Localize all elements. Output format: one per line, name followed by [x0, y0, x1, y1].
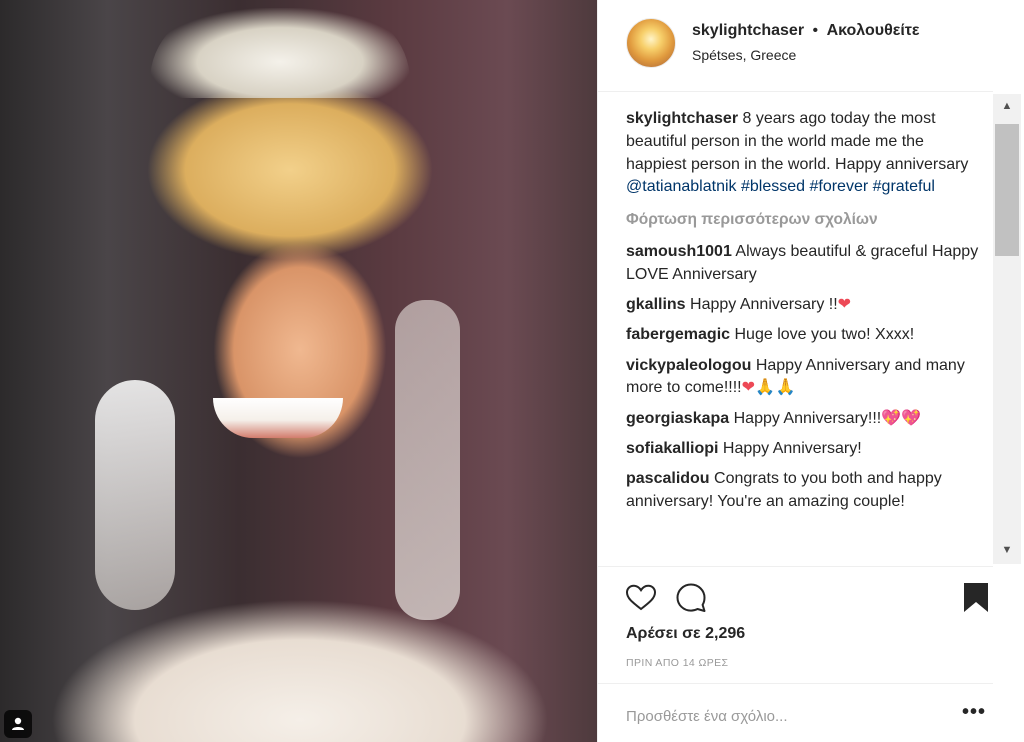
veil-right — [395, 300, 460, 620]
comment-text: Happy Anniversary!!! — [733, 409, 882, 427]
heart-emoji: ❤ — [741, 379, 755, 397]
likes-prefix: Αρέσει σε — [626, 625, 701, 642]
comment-item: samoush1001 Always beautiful & graceful … — [626, 241, 981, 287]
comments-scrollbar[interactable]: ▲ ▼ — [993, 94, 1021, 564]
hashtag-link[interactable]: #forever — [809, 178, 868, 195]
scrollbar-thumb[interactable] — [995, 124, 1019, 256]
comment-text: Happy Anniversary !! — [690, 296, 838, 314]
praying-hands-emoji: 🙏🙏 — [755, 379, 797, 397]
separator-dot: • — [812, 22, 819, 39]
comment-text: Huge love you two! Xxxx! — [734, 326, 915, 344]
caption-username[interactable]: skylightchaser — [626, 110, 738, 127]
comment-item: pascalidou Congrats to you both and happ… — [626, 468, 981, 514]
post-actions — [598, 566, 993, 626]
hashtag-link[interactable]: #blessed — [741, 178, 805, 195]
post-caption: skylightchaser 8 years ago today the mos… — [626, 108, 981, 199]
add-comment-section: ••• — [598, 683, 993, 742]
comment-item: georgiaskapa Happy Anniversary!!!💖💖 — [626, 408, 981, 431]
comment-username[interactable]: samoush1001 — [626, 243, 732, 260]
comment-username[interactable]: sofiakalliopi — [626, 440, 718, 457]
heart-outline-icon[interactable] — [624, 581, 658, 615]
post-photo[interactable] — [0, 0, 597, 742]
veil-left — [95, 380, 175, 610]
scroll-down-arrow-icon[interactable]: ▼ — [993, 540, 1021, 560]
bookmark-filled-icon[interactable] — [962, 581, 996, 615]
post-details-panel: skylightchaser • Ακολουθείτε Spétses, Gr… — [597, 0, 1024, 742]
comment-username[interactable]: pascalidou — [626, 470, 710, 487]
post-header: skylightchaser • Ακολουθείτε Spétses, Gr… — [598, 0, 993, 92]
likes-count[interactable]: Αρέσει σε 2,296 — [626, 625, 745, 643]
username-link[interactable]: skylightchaser — [692, 22, 804, 39]
comment-item: sofiakalliopi Happy Anniversary! — [626, 438, 981, 461]
user-line: skylightchaser • Ακολουθείτε — [692, 22, 920, 40]
comment-text: Happy Anniversary! — [722, 440, 862, 458]
post-timestamp[interactable]: ΠΡΙΝ ΑΠΟ 14 ΩΡΕΣ — [626, 657, 728, 669]
comment-item: gkallins Happy Anniversary !!❤ — [626, 294, 981, 317]
comment-item: vickypaleologou Happy Anniversary and ma… — [626, 355, 981, 401]
comment-username[interactable]: vickypaleologou — [626, 357, 751, 374]
comment-username[interactable]: gkallins — [626, 296, 686, 313]
comments-list[interactable]: skylightchaser 8 years ago today the mos… — [626, 108, 981, 563]
smile-detail — [213, 398, 343, 438]
following-button[interactable]: Ακολουθείτε — [827, 22, 920, 39]
avatar[interactable] — [626, 18, 676, 68]
heart-emoji: ❤ — [837, 296, 852, 314]
speech-bubble-icon[interactable] — [674, 581, 708, 615]
likes-number[interactable]: 2,296 — [705, 625, 745, 642]
hashtag-link[interactable]: #grateful — [873, 178, 935, 195]
scroll-up-arrow-icon[interactable]: ▲ — [993, 96, 1021, 116]
mention-link[interactable]: @tatianablatnik — [626, 178, 737, 195]
load-more-comments-button[interactable]: Φόρτωση περισσότερων σχολίων — [626, 209, 981, 232]
comment-username[interactable]: georgiaskapa — [626, 410, 729, 427]
comment-item: fabergemagic Huge love you two! Xxxx! — [626, 324, 981, 347]
user-tag-icon[interactable] — [4, 710, 32, 738]
sparkling-heart-emoji: 💖💖 — [881, 409, 922, 427]
tiara-detail — [150, 8, 410, 98]
comment-username[interactable]: fabergemagic — [626, 326, 730, 343]
comment-input[interactable] — [626, 704, 926, 728]
location-link[interactable]: Spétses, Greece — [692, 47, 796, 63]
more-options-icon[interactable]: ••• — [962, 700, 988, 724]
